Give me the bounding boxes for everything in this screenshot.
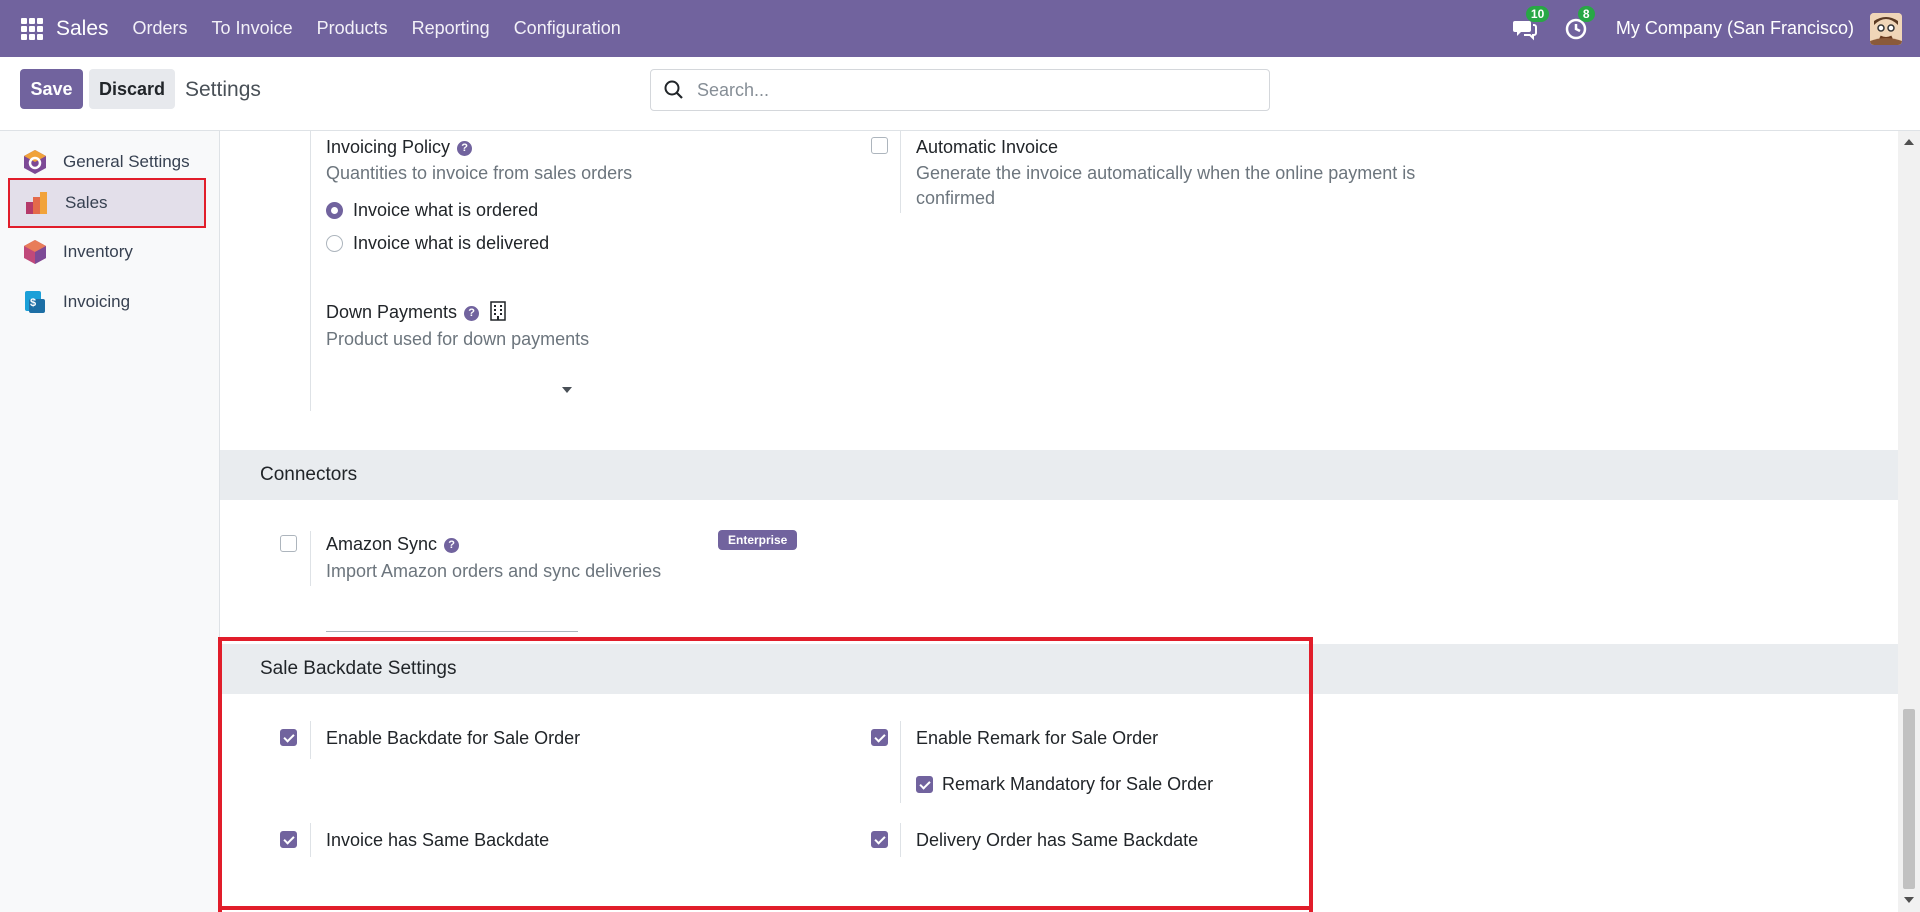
company-building-icon (490, 301, 506, 321)
divider (310, 721, 311, 759)
sidebar-item-label: Sales (65, 193, 108, 212)
sidebar-item-invoicing[interactable]: $ Invoicing (8, 277, 206, 327)
messages-count-badge: 10 (1525, 5, 1550, 22)
inventory-icon (24, 240, 46, 264)
amazon-sync-description: Import Amazon orders and sync deliveries (326, 561, 662, 581)
remark-mandatory-label: Remark Mandatory for Sale Order (942, 774, 1214, 794)
app-brand[interactable]: Sales (56, 17, 109, 41)
divider (310, 131, 311, 411)
activities-icon[interactable]: 8 (1564, 5, 1595, 42)
company-switcher[interactable]: My Company (San Francisco) (1616, 18, 1854, 39)
delivery-same-backdate-checkbox[interactable] (871, 831, 888, 848)
invoicing-icon: $ (25, 291, 45, 313)
automatic-invoice-description-line2: confirmed (916, 188, 996, 208)
automatic-invoice-checkbox[interactable] (871, 137, 888, 154)
down-payments-description: Product used for down payments (326, 329, 590, 349)
control-panel: Save Discard Settings (0, 57, 1920, 131)
menu-configuration[interactable]: Configuration (514, 18, 621, 39)
user-avatar[interactable] (1870, 12, 1902, 45)
backdate-section-header: Sale Backdate Settings (220, 644, 1900, 694)
invoice-same-backdate-label: Invoice has Same Backdate (326, 830, 550, 850)
down-payments-title: Down Payments? (326, 301, 506, 323)
sidebar-item-label: General Settings (63, 152, 190, 171)
menu-orders[interactable]: Orders (133, 18, 188, 39)
menu-products[interactable]: Products (317, 18, 388, 39)
top-navbar: Sales Orders To Invoice Products Reporti… (0, 0, 1920, 57)
remark-mandatory-checkbox[interactable] (916, 776, 933, 793)
radio-label: Invoice what is delivered (353, 233, 550, 253)
vertical-scrollbar[interactable] (1898, 131, 1920, 912)
radio-button-selected[interactable] (326, 202, 343, 219)
help-icon[interactable]: ? (464, 305, 480, 321)
backdate-section-title: Sale Backdate Settings (260, 658, 457, 679)
automatic-invoice-description-line1: Generate the invoice automatically when … (916, 163, 1416, 183)
breadcrumb: Settings (185, 78, 261, 101)
sales-icon (26, 192, 47, 214)
radio-invoice-delivered[interactable]: Invoice what is delivered (326, 233, 549, 254)
search-bar[interactable] (650, 69, 1270, 111)
enable-remark-checkbox[interactable] (871, 729, 888, 746)
app-menu-icon[interactable] (21, 17, 43, 40)
divider (900, 131, 901, 213)
radio-label: Invoice what is ordered (353, 200, 539, 220)
scroll-thumb[interactable] (1903, 709, 1915, 889)
delivery-same-backdate-label: Delivery Order has Same Backdate (916, 830, 1199, 850)
connectors-section-title: Connectors (260, 464, 358, 485)
radio-invoice-ordered[interactable]: Invoice what is ordered (326, 200, 538, 221)
sidebar-item-inventory[interactable]: Inventory (8, 227, 206, 277)
search-input[interactable] (697, 79, 1257, 101)
sidebar-item-label: Invoicing (63, 292, 131, 311)
discard-button[interactable]: Discard (89, 69, 175, 109)
chevron-down-icon[interactable] (562, 387, 572, 393)
messages-icon[interactable]: 10 (1512, 5, 1550, 42)
enable-backdate-label: Enable Backdate for Sale Order (326, 728, 581, 748)
sidebar-item-sales[interactable]: Sales (8, 178, 206, 228)
svg-text:$: $ (30, 297, 36, 309)
search-icon (664, 80, 683, 99)
help-icon[interactable]: ? (457, 140, 473, 156)
invoicing-policy-description: Quantities to invoice from sales orders (326, 163, 633, 183)
invoice-same-backdate-checkbox[interactable] (280, 831, 297, 848)
invoicing-policy-title: Invoicing Policy? (326, 137, 473, 158)
connectors-section-header: Connectors (220, 450, 1900, 500)
amazon-sync-title: Amazon Sync? (326, 534, 460, 555)
amazon-sync-checkbox[interactable] (280, 535, 297, 552)
down-payments-label: Down Payments (326, 302, 458, 322)
scroll-down-arrow-icon[interactable] (1904, 897, 1914, 903)
automatic-invoice-title: Automatic Invoice (916, 137, 1059, 157)
enable-backdate-checkbox[interactable] (280, 729, 297, 746)
menu-to-invoice[interactable]: To Invoice (212, 18, 293, 39)
divider (310, 531, 311, 586)
odoo-icon (24, 150, 46, 174)
amazon-sync-label: Amazon Sync (326, 534, 438, 554)
divider (900, 823, 901, 857)
divider (310, 823, 311, 857)
settings-sidebar: General Settings Sales Inventory $ Invoi… (0, 131, 220, 912)
save-button[interactable]: Save (20, 69, 83, 109)
divider (900, 721, 901, 803)
invoicing-policy-label: Invoicing Policy (326, 137, 451, 157)
radio-button[interactable] (326, 235, 343, 252)
highlight-box-bottom (218, 906, 1313, 910)
scroll-up-arrow-icon[interactable] (1904, 139, 1914, 145)
sidebar-item-label: Inventory (63, 242, 133, 261)
activities-count-badge: 8 (1577, 5, 1595, 22)
settings-content: Invoicing Policy? Quantities to invoice … (220, 131, 1900, 912)
help-icon[interactable]: ? (444, 537, 460, 553)
enterprise-badge: Enterprise (718, 530, 798, 550)
menu-reporting[interactable]: Reporting (412, 18, 490, 39)
enable-remark-label: Enable Remark for Sale Order (916, 728, 1159, 748)
